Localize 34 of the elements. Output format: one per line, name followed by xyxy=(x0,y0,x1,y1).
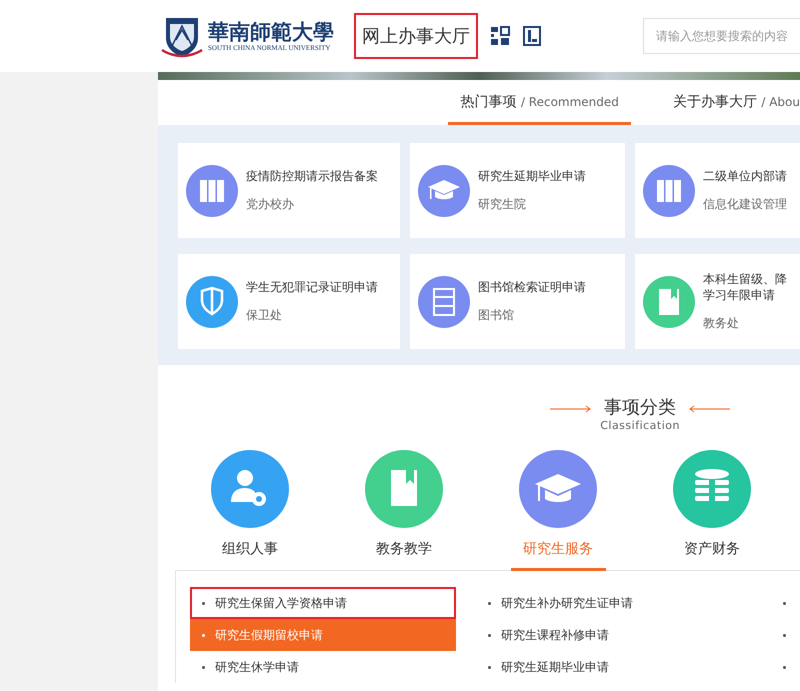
department-name: 教务处 xyxy=(703,315,740,332)
service-title: 二级单位内部请 xyxy=(703,168,788,184)
department-name: 党办校办 xyxy=(246,196,295,213)
service-title: 研究生延期毕业申请 xyxy=(478,168,586,184)
category-tab[interactable]: 教务教学 xyxy=(356,450,452,571)
department-name: 图书馆 xyxy=(478,307,515,324)
category-tab[interactable]: 组织人事 xyxy=(202,450,298,571)
service-title: 学生无犯罪记录证明申请 xyxy=(246,279,378,295)
service-link[interactable]: 研究生课程补修申请 xyxy=(476,619,611,651)
service-title: 本科生留级、降学习年限申请 xyxy=(703,271,788,303)
grid-icon[interactable] xyxy=(490,26,510,46)
service-link[interactable]: 研究生休学申请 xyxy=(190,651,456,683)
service-link[interactable]: 研究生保留入学资格申请 xyxy=(190,587,456,619)
site-title: 网上办事大厅 xyxy=(354,13,478,59)
document-icon[interactable] xyxy=(522,26,542,46)
category-tab[interactable]: 资产财务 xyxy=(664,450,760,571)
section-title: 事项分类 xyxy=(604,396,676,419)
service-card[interactable]: 研究生延期毕业申请 研究生院 xyxy=(410,143,625,238)
section-subtitle: Classification xyxy=(600,419,680,432)
tab[interactable]: 关于办事大厅 / Abou xyxy=(660,93,800,125)
service-card[interactable]: 学生无犯罪记录证明申请 保卫处 xyxy=(178,254,400,349)
department-name: 信息化建设管理 xyxy=(703,196,788,213)
department-name: 保卫处 xyxy=(246,307,283,324)
search-field[interactable]: 请输入您想要搜索的内容 xyxy=(643,18,800,54)
university-name: 華南師範大學 xyxy=(208,20,334,44)
service-card[interactable]: 疫情防控期请示报告备案 党办校办 xyxy=(178,143,400,238)
department-name: 研究生院 xyxy=(478,196,527,213)
service-title: 图书馆检索证明申请 xyxy=(478,279,586,295)
service-title: 疫情防控期请示报告备案 xyxy=(246,168,378,184)
service-card[interactable]: 二级单位内部请 信息化建设管理 xyxy=(635,143,800,238)
service-link[interactable]: 研究生延期毕业申请 xyxy=(476,651,611,683)
service-card[interactable]: 图书馆检索证明申请 图书馆 xyxy=(410,254,625,349)
service-card[interactable]: 本科生留级、降学习年限申请 教务处 xyxy=(635,254,800,349)
service-link[interactable]: 研究生补办研究生证申请 xyxy=(476,587,635,619)
